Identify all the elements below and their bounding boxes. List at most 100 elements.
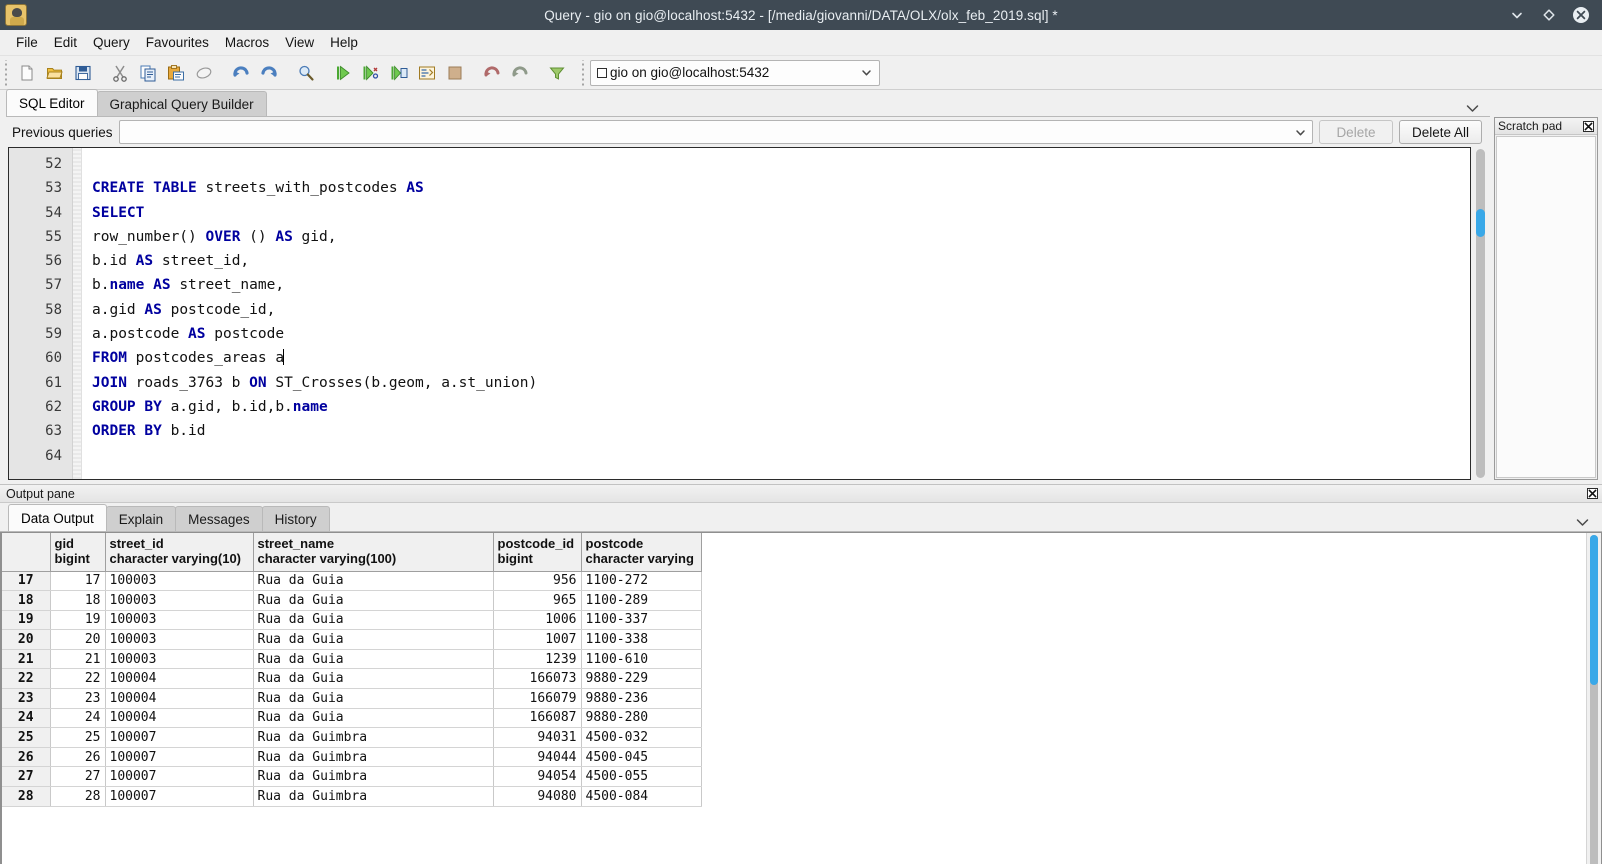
menu-help[interactable]: Help	[322, 32, 366, 53]
cell-postcode[interactable]: 1100-338	[581, 629, 702, 650]
cell-street-id[interactable]: 100007	[105, 727, 254, 748]
cell-street-name[interactable]: Rua da Guia	[253, 688, 494, 709]
cell-postcode-id[interactable]: 1007	[493, 629, 582, 650]
cell-street-name[interactable]: Rua da Guia	[253, 708, 494, 729]
close-box-icon[interactable]	[1583, 120, 1594, 132]
macro-icon[interactable]	[546, 62, 568, 84]
cell-gid[interactable]: 22	[50, 668, 106, 690]
cell-street-id[interactable]: 100004	[105, 668, 254, 690]
row-header[interactable]: 25	[2, 727, 51, 748]
cell-postcode[interactable]: 4500-084	[581, 786, 702, 807]
redo-icon[interactable]	[258, 62, 280, 84]
editor-panel-expand-button[interactable]	[1465, 90, 1490, 116]
table-row[interactable]: 19 19 100003 Rua da Guia 1006 1100-337	[2, 610, 702, 631]
connection-toolbar-drag-handle[interactable]	[579, 59, 587, 86]
cell-postcode-id[interactable]: 166087	[493, 708, 582, 729]
cell-street-id[interactable]: 100003	[105, 610, 254, 631]
cell-gid[interactable]: 25	[50, 727, 106, 748]
scratch-pad-textarea[interactable]	[1496, 136, 1596, 478]
previous-queries-combobox[interactable]	[118, 120, 1313, 144]
table-row[interactable]: 21 21 100003 Rua da Guia 1239 1100-610	[2, 649, 702, 670]
new-file-icon[interactable]	[16, 62, 38, 84]
delete-all-queries-button[interactable]: Delete All	[1398, 120, 1482, 144]
cell-postcode-id[interactable]: 94054	[493, 766, 582, 788]
cell-street-name[interactable]: Rua da Guimbra	[253, 766, 494, 788]
cell-street-id[interactable]: 100007	[105, 747, 254, 768]
data-output-grid[interactable]: gid bigint street_id character varying(1…	[2, 533, 1586, 864]
row-header[interactable]: 23	[2, 688, 51, 709]
cell-gid[interactable]: 18	[50, 590, 106, 611]
cell-postcode[interactable]: 9880-280	[581, 708, 702, 729]
cell-street-name[interactable]: Rua da Guia	[253, 649, 494, 670]
table-row[interactable]: 24 24 100004 Rua da Guia 166087 9880-280	[2, 708, 702, 729]
row-header[interactable]: 18	[2, 590, 51, 611]
table-row[interactable]: 20 20 100003 Rua da Guia 1007 1100-338	[2, 629, 702, 650]
cell-gid[interactable]: 24	[50, 708, 106, 729]
table-row[interactable]: 22 22 100004 Rua da Guia 166073 9880-229	[2, 668, 702, 690]
vacuum-icon[interactable]	[481, 62, 503, 84]
cell-postcode-id[interactable]: 166073	[493, 668, 582, 690]
cell-postcode[interactable]: 9880-229	[581, 668, 702, 690]
analyze-icon[interactable]	[509, 62, 531, 84]
cell-postcode-id[interactable]: 1239	[493, 649, 582, 670]
chevron-down-icon[interactable]	[855, 66, 877, 79]
cell-street-id[interactable]: 100003	[105, 571, 254, 592]
row-header[interactable]: 28	[2, 786, 51, 807]
tab-sql-editor[interactable]: SQL Editor	[6, 89, 98, 116]
menu-file[interactable]: File	[8, 32, 46, 53]
cell-gid[interactable]: 20	[50, 629, 106, 650]
cell-street-name[interactable]: Rua da Guia	[253, 668, 494, 690]
cell-postcode[interactable]: 1100-610	[581, 649, 702, 670]
column-header-postcode[interactable]: postcode character varying	[581, 533, 702, 572]
cell-postcode-id[interactable]: 956	[493, 571, 582, 592]
explain-query-icon[interactable]	[388, 62, 410, 84]
menu-view[interactable]: View	[277, 32, 322, 53]
table-row[interactable]: 18 18 100003 Rua da Guia 965 1100-289	[2, 590, 702, 611]
copy-icon[interactable]	[137, 62, 159, 84]
paste-icon[interactable]	[165, 62, 187, 84]
cell-street-name[interactable]: Rua da Guimbra	[253, 727, 494, 748]
cut-icon[interactable]	[109, 62, 131, 84]
clear-icon[interactable]	[193, 62, 215, 84]
cell-gid[interactable]: 26	[50, 747, 106, 768]
cell-street-name[interactable]: Rua da Guia	[253, 590, 494, 611]
cell-gid[interactable]: 21	[50, 649, 106, 670]
cell-gid[interactable]: 17	[50, 571, 106, 592]
tab-explain[interactable]: Explain	[105, 506, 177, 531]
cell-street-name[interactable]: Rua da Guia	[253, 629, 494, 650]
row-header[interactable]: 19	[2, 610, 51, 631]
cell-street-id[interactable]: 100003	[105, 649, 254, 670]
cell-postcode[interactable]: 4500-045	[581, 747, 702, 768]
cell-street-id[interactable]: 100004	[105, 708, 254, 729]
table-row[interactable]: 17 17 100003 Rua da Guia 956 1100-272	[2, 571, 702, 592]
column-header-postcode-id[interactable]: postcode_id bigint	[493, 533, 582, 572]
execute-query-icon[interactable]	[332, 62, 354, 84]
minimize-button[interactable]	[1508, 6, 1526, 24]
row-header[interactable]: 17	[2, 571, 51, 592]
save-file-icon[interactable]	[72, 62, 94, 84]
menu-macros[interactable]: Macros	[217, 32, 277, 53]
editor-vertical-scrollbar[interactable]	[1473, 147, 1488, 480]
cell-postcode[interactable]: 1100-272	[581, 571, 702, 592]
toolbar-drag-handle[interactable]	[2, 59, 10, 86]
column-header-gid[interactable]: gid bigint	[50, 533, 106, 572]
delete-query-button[interactable]: Delete	[1318, 120, 1393, 144]
table-row[interactable]: 25 25 100007 Rua da Guimbra 94031 4500-032	[2, 727, 702, 748]
cell-street-name[interactable]: Rua da Guimbra	[253, 786, 494, 807]
grid-scrollbar-thumb[interactable]	[1590, 535, 1598, 685]
cell-postcode[interactable]: 4500-055	[581, 766, 702, 788]
cell-postcode[interactable]: 9880-236	[581, 688, 702, 709]
cell-street-name[interactable]: Rua da Guia	[253, 571, 494, 592]
cell-gid[interactable]: 27	[50, 766, 106, 788]
undo-icon[interactable]	[230, 62, 252, 84]
cell-gid[interactable]: 19	[50, 610, 106, 631]
editor-scrollbar-thumb[interactable]	[1476, 209, 1485, 237]
output-panel-expand-button[interactable]	[1575, 503, 1602, 531]
cell-postcode-id[interactable]: 1006	[493, 610, 582, 631]
grid-vertical-scrollbar[interactable]	[1586, 533, 1601, 864]
chevron-down-icon[interactable]	[1290, 126, 1312, 139]
editor-code-content[interactable]: CREATE TABLE streets_with_postcodes AS SE…	[82, 148, 1470, 479]
row-header[interactable]: 20	[2, 629, 51, 650]
editor-scrollbar-track[interactable]	[1476, 149, 1485, 478]
cell-postcode[interactable]: 4500-032	[581, 727, 702, 748]
